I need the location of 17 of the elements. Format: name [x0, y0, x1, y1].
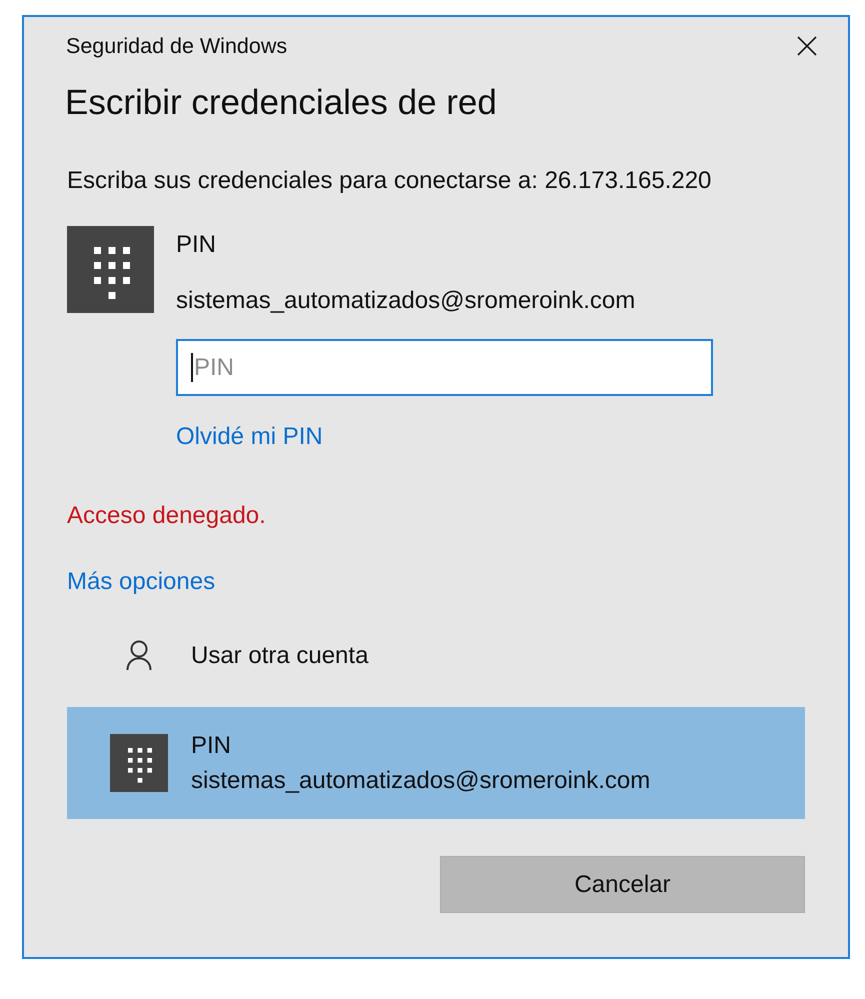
close-icon[interactable] — [797, 36, 817, 56]
more-options-link[interactable]: Más opciones — [67, 568, 216, 595]
account-option[interactable]: Usar otra cuenta — [67, 623, 805, 687]
cancel-button[interactable]: Cancelar — [440, 856, 805, 913]
forgot-pin-link[interactable]: Olvidé mi PIN — [176, 423, 323, 450]
pin-field[interactable]: PIN — [176, 339, 713, 396]
keypad-icon — [110, 734, 168, 792]
prompt-text: Escriba sus credenciales para conectarse a: 26.173.165.220 — [67, 166, 712, 196]
window-title: Seguridad de Windows — [66, 33, 288, 59]
account-email: sistemas_automatizados@sromeroink.com — [176, 286, 636, 316]
dialog-heading: Escribir credenciales de red — [65, 83, 498, 123]
text-cursor — [191, 353, 193, 382]
keypad-icon — [67, 226, 154, 313]
credential-label: PIN — [176, 230, 216, 260]
person-icon — [126, 640, 152, 670]
account-option[interactable]: PIN sistemas_automatizados@sromeroink.com — [67, 707, 805, 819]
error-message: Acceso denegado. — [67, 501, 267, 531]
